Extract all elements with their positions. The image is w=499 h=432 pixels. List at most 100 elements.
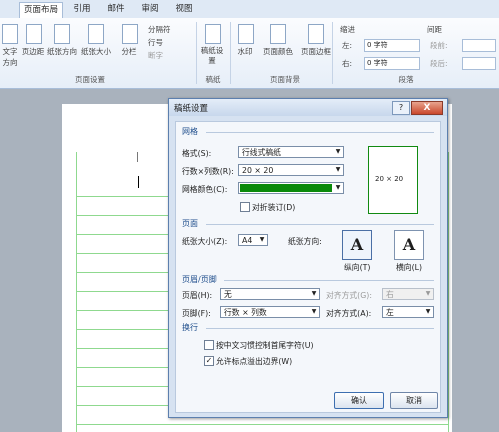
chevron-down-icon: ▼ — [259, 236, 265, 243]
footer-align-select[interactable]: 左 ▼ — [382, 306, 434, 318]
header-label: 页眉(H): — [182, 291, 213, 300]
hyphenation-button[interactable]: 断字 — [148, 50, 163, 61]
grid-border-line — [448, 152, 449, 432]
rowcol-select[interactable]: 20 × 20 ▼ — [238, 164, 344, 176]
option1-label: 按中文习惯控制首尾字符(U) — [216, 341, 314, 350]
help-button[interactable]: ? — [392, 101, 410, 115]
watermark-button[interactable]: 水印 — [232, 46, 258, 57]
dialog-title: 稿纸设置 — [174, 104, 209, 114]
tab-page-layout[interactable]: 页面布局 — [19, 2, 63, 18]
tab-mailings[interactable]: 邮件 — [104, 2, 128, 17]
page-border-icon — [308, 24, 324, 44]
ribbon: 文字方向 页边距 纸张方向 纸张大小 分栏 分隔符 行号 断字 页面设置 稿纸设… — [0, 18, 499, 89]
line-numbers-button[interactable]: 行号 — [148, 37, 163, 48]
grid-section-title: 网格 — [182, 127, 198, 136]
ribbon-separator — [332, 22, 333, 84]
option1-checkbox[interactable] — [204, 340, 214, 350]
watermark-icon — [238, 24, 254, 44]
margins-icon — [26, 24, 42, 44]
rowcol-value: 20 × 20 — [242, 166, 274, 175]
option2-label: 允许标点溢出边界(W) — [216, 357, 293, 366]
margin-corner-mark — [137, 152, 138, 162]
header-align-select[interactable]: 右 ▼ — [382, 288, 434, 300]
tab-references[interactable]: 引用 — [70, 2, 94, 17]
indent-left-input[interactable]: 0 字符 — [364, 39, 420, 52]
cancel-button[interactable]: 取消 — [390, 392, 438, 409]
paper-size-select[interactable]: A4 ▼ — [238, 234, 268, 246]
ribbon-separator — [230, 22, 231, 84]
header-align-label: 对齐方式(G): — [326, 291, 372, 300]
indent-right-input[interactable]: 0 字符 — [364, 57, 420, 70]
landscape-label: 横向(L) — [396, 263, 423, 272]
grid-preview: 20 × 20 — [368, 146, 418, 214]
section-divider — [206, 328, 434, 329]
format-label: 格式(S): — [182, 149, 212, 158]
paper-size-value: A4 — [242, 236, 253, 245]
tab-view[interactable]: 视图 — [172, 2, 196, 17]
header-align-value: 右 — [386, 290, 394, 299]
paper-size-icon — [88, 24, 104, 44]
section-divider — [224, 280, 434, 281]
header-value: 无 — [224, 290, 232, 299]
indent-left-label: 左: — [342, 41, 353, 50]
breaks-button[interactable]: 分隔符 — [148, 24, 171, 35]
group-page-setup: 页面设置 — [75, 75, 105, 84]
text-direction-icon — [2, 24, 18, 44]
chevron-down-icon: ▼ — [335, 148, 341, 155]
chevron-down-icon: ▼ — [311, 290, 317, 297]
grid-color-picker[interactable]: ▼ — [238, 182, 344, 194]
manuscript-settings-button[interactable]: 稿纸设置 — [200, 46, 224, 66]
grid-color-swatch — [240, 184, 332, 192]
footer-align-label: 对齐方式(A): — [326, 309, 372, 318]
footer-select[interactable]: 行数 × 列数 ▼ — [220, 306, 320, 318]
grid-color-label: 网格颜色(C): — [182, 185, 228, 194]
fold-binding-label: 对折装订(D) — [252, 203, 296, 212]
portrait-button[interactable]: A — [342, 230, 372, 260]
page-border-button[interactable]: 页面边框 — [296, 46, 336, 57]
text-cursor — [138, 176, 139, 188]
section-divider — [206, 224, 434, 225]
spacing-after-label: 段后: — [430, 59, 448, 68]
manuscript-icon — [205, 24, 221, 44]
chevron-down-icon: ▼ — [335, 184, 341, 191]
spacing-after-input[interactable] — [462, 57, 496, 70]
portrait-label: 纵向(T) — [344, 263, 371, 272]
format-value: 行线式稿纸 — [242, 148, 281, 157]
grid-preview-text: 20 × 20 — [375, 175, 404, 183]
indent-right-label: 右: — [342, 59, 353, 68]
orientation-button[interactable]: 纸张方向 — [46, 46, 78, 57]
option2-checkbox[interactable]: ✓ — [204, 356, 214, 366]
spacing-before-label: 段前: — [430, 41, 448, 50]
page-section-title: 页面 — [182, 219, 198, 228]
group-manuscript: 稿纸 — [205, 75, 221, 84]
spacing-title: 间距 — [427, 25, 442, 34]
landscape-button[interactable]: A — [394, 230, 424, 260]
ok-button[interactable]: 确认 — [334, 392, 384, 409]
margins-button[interactable]: 页边距 — [18, 46, 48, 57]
grid-border-line — [76, 152, 77, 432]
format-select[interactable]: 行线式稿纸 ▼ — [238, 146, 344, 158]
section-divider — [206, 132, 434, 133]
orientation-label: 纸张方向: — [288, 237, 322, 246]
orientation-icon — [54, 24, 70, 44]
paper-size-button[interactable]: 纸张大小 — [80, 46, 112, 57]
columns-icon — [122, 24, 138, 44]
ribbon-tab-bar: 页面布局 引用 邮件 审阅 视图 — [0, 0, 499, 19]
tab-review[interactable]: 审阅 — [138, 2, 162, 17]
columns-button[interactable]: 分栏 — [116, 46, 142, 57]
ribbon-separator — [196, 22, 197, 84]
spacing-before-input[interactable] — [462, 39, 496, 52]
header-footer-section-title: 页眉/页脚 — [182, 275, 217, 284]
chevron-down-icon: ▼ — [311, 308, 317, 315]
chevron-down-icon: ▼ — [425, 308, 431, 315]
header-select[interactable]: 无 ▼ — [220, 288, 320, 300]
rowcol-label: 行数×列数(R): — [182, 167, 234, 176]
page-color-icon — [270, 24, 286, 44]
grid-line — [76, 424, 448, 425]
close-button[interactable]: X — [411, 101, 443, 115]
text-direction-button[interactable]: 文字方向 — [0, 46, 20, 68]
dialog-body: 网格 格式(S): 行线式稿纸 ▼ 行数×列数(R): 20 × 20 ▼ 网格… — [175, 121, 441, 413]
page-color-button[interactable]: 页面颜色 — [258, 46, 298, 57]
fold-binding-checkbox[interactable] — [240, 202, 250, 212]
chevron-down-icon: ▼ — [425, 290, 431, 297]
